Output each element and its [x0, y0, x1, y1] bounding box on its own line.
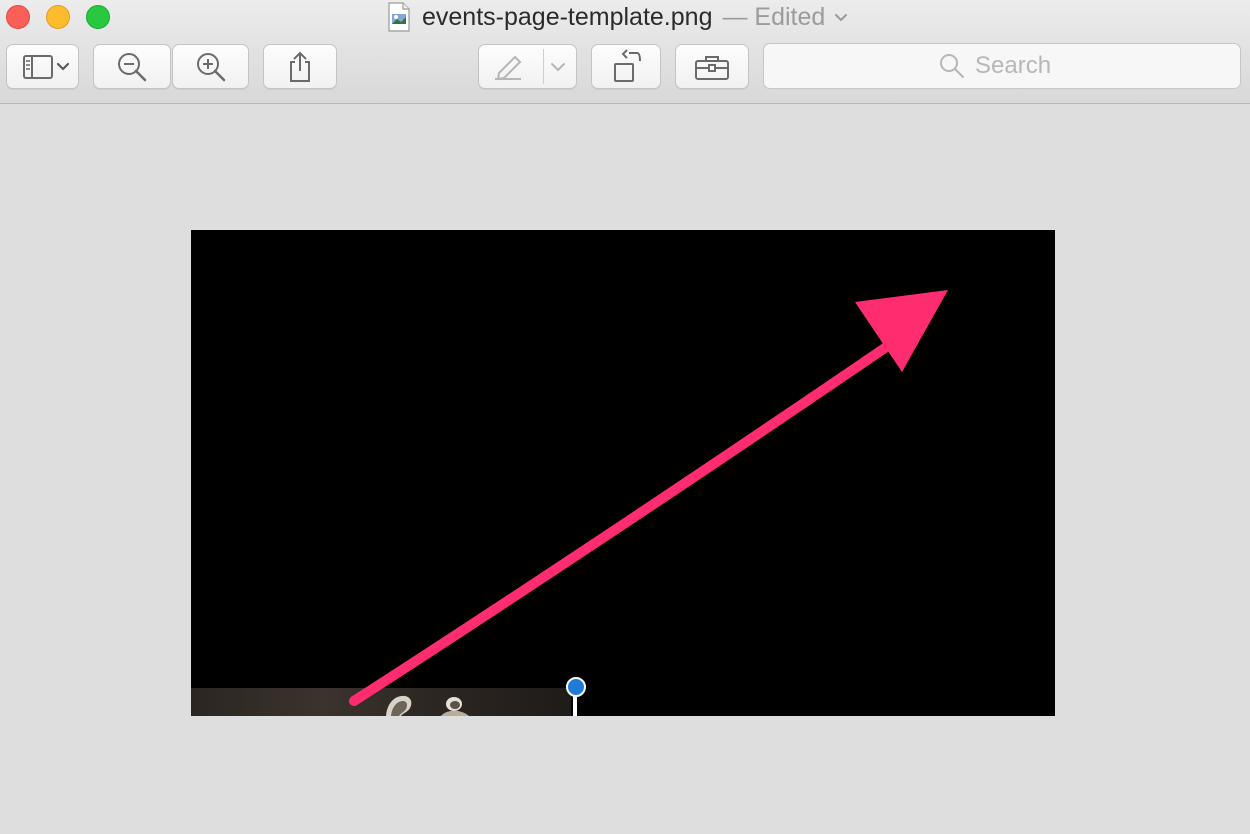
document-title: events-page-template.png [422, 2, 713, 31]
segment-divider [543, 49, 544, 84]
rotate-left-icon [614, 48, 641, 82]
zoom-window-button[interactable] [86, 5, 110, 29]
sidebar-toggle-button[interactable] [6, 44, 79, 89]
toolbox-icon [695, 55, 729, 80]
document-image[interactable] [191, 230, 1055, 716]
chevron-down-icon[interactable] [833, 11, 849, 23]
zoom-in-button[interactable] [172, 44, 249, 89]
arrow-annotation[interactable] [191, 230, 1055, 716]
markup-button[interactable] [478, 44, 577, 89]
pen-icon [494, 55, 521, 80]
edited-status: — Edited [722, 2, 826, 31]
zoom-out-icon [118, 52, 147, 81]
png-document-icon [388, 2, 410, 32]
share-button[interactable] [263, 44, 337, 89]
close-window-button[interactable] [6, 5, 30, 29]
sidebar-icon [22, 54, 69, 79]
rotate-button[interactable] [591, 44, 661, 89]
window-title[interactable]: events-page-template.png — Edited [386, 1, 849, 33]
zoom-out-button[interactable] [93, 44, 171, 89]
share-icon [290, 51, 310, 82]
minimize-window-button[interactable] [46, 5, 70, 29]
search-field[interactable] [763, 43, 1241, 89]
search-icon [940, 54, 964, 78]
toolbox-button[interactable] [675, 44, 749, 89]
chevron-down-icon[interactable] [545, 52, 571, 82]
zoom-in-icon [196, 52, 225, 81]
search-input[interactable] [975, 52, 1065, 80]
window-titlebar: events-page-template.png — Edited [0, 0, 1250, 104]
